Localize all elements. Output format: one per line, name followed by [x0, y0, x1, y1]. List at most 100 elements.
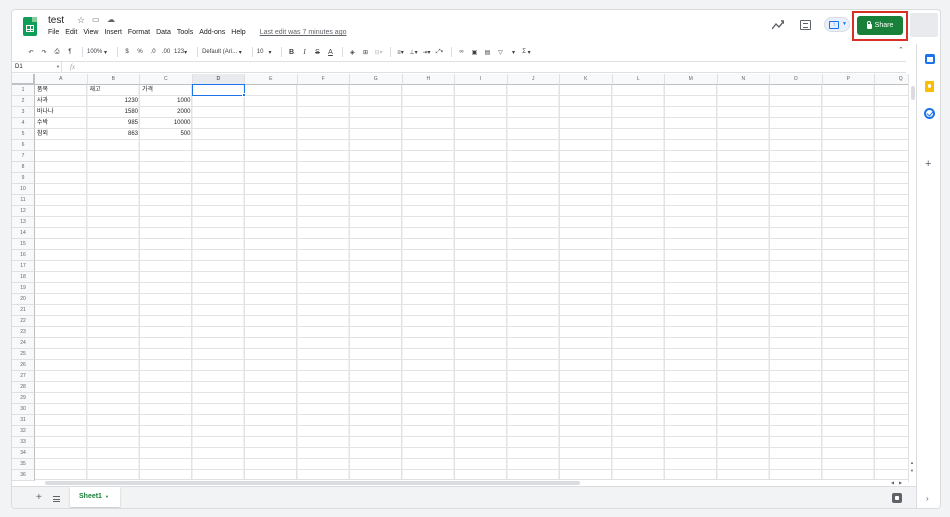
text-color-button[interactable]: A — [325, 46, 335, 58]
column-header-g[interactable]: G — [350, 74, 403, 85]
row-header[interactable]: 2 — [12, 96, 35, 107]
row-header[interactable]: 25 — [12, 349, 35, 360]
scroll-down-icon[interactable]: ▼ — [910, 468, 914, 473]
cloud-status-icon[interactable]: ☁ — [107, 15, 115, 25]
row-header[interactable]: 12 — [12, 206, 35, 217]
chevron-down-icon[interactable]: ▼ — [56, 62, 60, 72]
menu-edit[interactable]: Edit — [65, 29, 77, 39]
column-header-k[interactable]: K — [560, 74, 613, 85]
more-formats-select[interactable]: 123 ▾ — [174, 46, 187, 58]
menu-file[interactable]: File — [48, 29, 59, 39]
row-header[interactable]: 35 — [12, 459, 35, 470]
row-header[interactable]: 10 — [12, 184, 35, 195]
row-header[interactable]: 34 — [12, 448, 35, 459]
row-header[interactable]: 5 — [12, 129, 35, 140]
row-header[interactable]: 16 — [12, 250, 35, 261]
row-header[interactable]: 15 — [12, 239, 35, 250]
row-header[interactable]: 24 — [12, 338, 35, 349]
cell-c5[interactable]: 500 — [140, 129, 193, 140]
column-header-c[interactable]: C — [140, 74, 193, 85]
move-folder-icon[interactable]: ▭ — [92, 15, 100, 25]
column-header-b[interactable]: B — [87, 74, 140, 85]
row-header[interactable]: 31 — [12, 415, 35, 426]
column-header-l[interactable]: L — [612, 74, 665, 85]
menu-format[interactable]: Format — [128, 29, 150, 39]
font-select[interactable]: Default (Ari... ▾ — [202, 46, 242, 58]
document-title[interactable]: test — [48, 15, 64, 26]
bold-button[interactable]: B — [286, 46, 296, 58]
column-header-o[interactable]: O — [770, 74, 823, 85]
horizontal-align-icon[interactable]: ≡▾ — [395, 46, 405, 58]
row-header[interactable]: 14 — [12, 228, 35, 239]
column-header-h[interactable]: H — [402, 74, 455, 85]
cell-c4[interactable]: 10000 — [140, 118, 193, 129]
row-header[interactable]: 6 — [12, 140, 35, 151]
menu-tools[interactable]: Tools — [177, 29, 193, 39]
fill-handle[interactable] — [242, 93, 246, 97]
calendar-icon[interactable] — [925, 54, 935, 64]
menu-data[interactable]: Data — [156, 29, 171, 39]
insert-link-icon[interactable]: ∞ — [456, 46, 466, 58]
column-header-i[interactable]: I — [455, 74, 508, 85]
row-header[interactable]: 32 — [12, 426, 35, 437]
font-size-select[interactable]: 10 ▾ — [257, 46, 272, 58]
paint-format-icon[interactable]: ¶ — [65, 46, 75, 58]
name-box[interactable]: D1 — [12, 62, 62, 72]
row-header[interactable]: 36 — [12, 470, 35, 481]
present-button[interactable]: ↑ ▼ — [824, 17, 850, 32]
sheet-tab-sheet1[interactable]: Sheet1 ▼ — [70, 487, 120, 507]
row-header[interactable]: 28 — [12, 382, 35, 393]
row-header[interactable]: 30 — [12, 404, 35, 415]
increase-decimal-button[interactable]: .00 — [161, 46, 171, 58]
cells-area[interactable]: 품목 재고 가격 사과 1230 1000 바나나 1580 2000 수박 985 10000 참외 8… — [35, 84, 908, 482]
row-header[interactable]: 26 — [12, 360, 35, 371]
filter-views-icon[interactable]: ▾ — [508, 46, 518, 58]
cell-a4[interactable]: 수박 — [35, 118, 88, 129]
column-header-n[interactable]: N — [717, 74, 770, 85]
column-header-e[interactable]: E — [245, 74, 298, 85]
cell-c3[interactable]: 2000 — [140, 107, 193, 118]
select-all-corner[interactable] — [12, 74, 35, 85]
cell-c1[interactable]: 가격 — [140, 85, 193, 96]
row-header[interactable]: 21 — [12, 305, 35, 316]
scroll-thumb[interactable] — [45, 481, 580, 485]
text-rotation-icon[interactable]: ⤢▾ — [434, 46, 444, 58]
cell-a2[interactable]: 사과 — [35, 96, 88, 107]
star-icon[interactable]: ☆ — [77, 15, 85, 25]
cell-b1[interactable]: 재고 — [88, 85, 141, 96]
insert-comment-icon[interactable]: ▣ — [469, 46, 479, 58]
scroll-thumb[interactable] — [911, 86, 915, 100]
row-header[interactable]: 33 — [12, 437, 35, 448]
row-header[interactable]: 19 — [12, 283, 35, 294]
row-header[interactable]: 1 — [12, 85, 35, 96]
cell-b4[interactable]: 985 — [88, 118, 141, 129]
percent-format-button[interactable]: % — [135, 46, 145, 58]
row-header[interactable]: 11 — [12, 195, 35, 206]
borders-icon[interactable]: ⊞ — [360, 46, 370, 58]
italic-button[interactable]: I — [299, 46, 309, 58]
row-header[interactable]: 27 — [12, 371, 35, 382]
scroll-right-icon[interactable]: ▶ — [899, 480, 902, 485]
fill-color-icon[interactable]: ◈ — [347, 46, 357, 58]
row-header[interactable]: 4 — [12, 118, 35, 129]
strikethrough-button[interactable]: S — [312, 46, 322, 58]
comment-history-icon[interactable] — [800, 20, 811, 30]
decrease-decimal-button[interactable]: .0 — [148, 46, 158, 58]
insert-chart-icon[interactable]: ▤ — [482, 46, 492, 58]
row-header[interactable]: 8 — [12, 162, 35, 173]
cell-b5[interactable]: 863 — [88, 129, 141, 140]
print-icon[interactable]: ⎙ — [52, 46, 62, 58]
currency-format-button[interactable]: $ — [122, 46, 132, 58]
column-header-j[interactable]: J — [507, 74, 560, 85]
add-sheet-icon[interactable]: + — [36, 492, 42, 503]
add-icon[interactable]: + — [925, 158, 931, 170]
scroll-up-icon[interactable]: ▲ — [910, 460, 914, 465]
scroll-left-icon[interactable]: ◀ — [891, 480, 894, 485]
chevron-right-icon[interactable]: › — [926, 494, 929, 503]
row-header[interactable]: 22 — [12, 316, 35, 327]
cell-a5[interactable]: 참외 — [35, 129, 88, 140]
redo-icon[interactable]: ↷ — [39, 46, 49, 58]
row-header[interactable]: 20 — [12, 294, 35, 305]
activity-dashboard-icon[interactable] — [772, 20, 784, 30]
column-header-f[interactable]: F — [297, 74, 350, 85]
